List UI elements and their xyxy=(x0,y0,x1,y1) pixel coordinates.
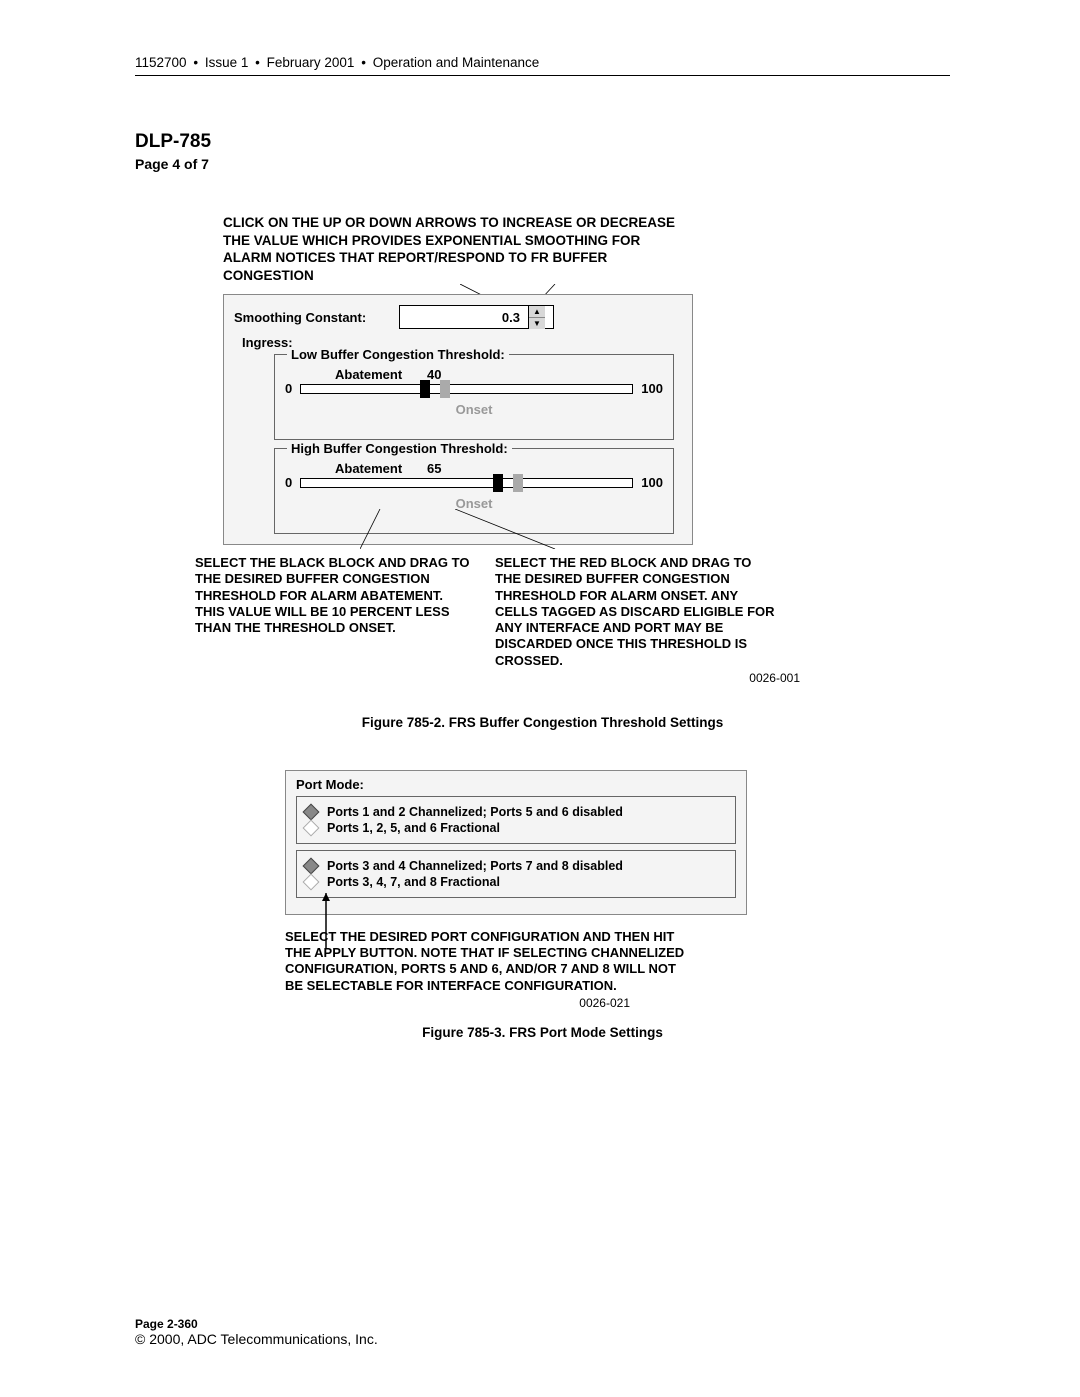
port-mode-label: Port Mode: xyxy=(296,777,736,792)
low-abatement-label: Abatement xyxy=(335,367,402,382)
annotation-port-mode: SELECT THE DESIRED PORT CONFIGURATION AN… xyxy=(285,929,685,994)
port-option-label: Ports 1, 2, 5, and 6 Fractional xyxy=(327,821,500,835)
spinner-down-icon[interactable]: ▼ xyxy=(529,318,545,329)
port-option-label: Ports 1 and 2 Channelized; Ports 5 and 6… xyxy=(327,805,623,819)
doc-number: 1152700 xyxy=(135,55,187,70)
port-option-1-channelized[interactable]: Ports 1 and 2 Channelized; Ports 5 and 6… xyxy=(305,805,727,819)
port-option-1-fractional[interactable]: Ports 1, 2, 5, and 6 Fractional xyxy=(305,821,727,835)
figure-ref-2: 0026-021 xyxy=(135,996,630,1010)
radio-unselected-icon xyxy=(303,873,320,890)
port-group-2: Ports 3 and 4 Channelized; Ports 7 and 8… xyxy=(296,850,736,898)
high-abatement-handle[interactable] xyxy=(493,474,503,492)
high-threshold-group: High Buffer Congestion Threshold: Abatem… xyxy=(274,448,674,534)
port-option-2-channelized[interactable]: Ports 3 and 4 Channelized; Ports 7 and 8… xyxy=(305,859,727,873)
low-slider[interactable] xyxy=(300,384,633,394)
smoothing-value: 0.3 xyxy=(502,310,520,325)
figure-caption-2: Figure 785-3. FRS Port Mode Settings xyxy=(135,1025,950,1040)
low-abatement-handle[interactable] xyxy=(420,380,430,398)
radio-selected-icon xyxy=(303,857,320,874)
port-option-label: Ports 3, 4, 7, and 8 Fractional xyxy=(327,875,500,889)
high-slider-max: 100 xyxy=(641,475,663,490)
congestion-dialog: Smoothing Constant: 0.3 ▲ ▼ Ingress: Low… xyxy=(223,294,693,545)
page-title: DLP-785 xyxy=(135,131,950,153)
page-subtitle: Page 4 of 7 xyxy=(135,156,950,172)
high-slider-min: 0 xyxy=(285,475,292,490)
figure-caption-1: Figure 785-2. FRS Buffer Congestion Thre… xyxy=(135,715,950,730)
port-mode-dialog: Port Mode: Ports 1 and 2 Channelized; Po… xyxy=(285,770,747,915)
low-slider-max: 100 xyxy=(641,381,663,396)
spinner-up-icon[interactable]: ▲ xyxy=(529,306,545,318)
port-option-label: Ports 3 and 4 Channelized; Ports 7 and 8… xyxy=(327,859,623,873)
annotation-black-block: SELECT THE BLACK BLOCK AND DRAG TO THE D… xyxy=(195,555,475,669)
high-abatement-label: Abatement xyxy=(335,461,402,476)
port-group-1: Ports 1 and 2 Channelized; Ports 5 and 6… xyxy=(296,796,736,844)
figure-ref-1: 0026-001 xyxy=(135,671,800,685)
low-onset-label: Onset xyxy=(285,402,663,417)
footer-copyright: © 2000, ADC Telecommunications, Inc. xyxy=(135,1331,378,1347)
page-header: 1152700 • Issue 1 • February 2001 • Oper… xyxy=(135,55,950,76)
low-slider-min: 0 xyxy=(285,381,292,396)
low-threshold-group: Low Buffer Congestion Threshold: Abateme… xyxy=(274,354,674,440)
port-option-2-fractional[interactable]: Ports 3, 4, 7, and 8 Fractional xyxy=(305,875,727,889)
issue: Issue 1 xyxy=(205,55,249,70)
annotation-red-block: SELECT THE RED BLOCK AND DRAG TO THE DES… xyxy=(495,555,775,669)
high-threshold-title: High Buffer Congestion Threshold: xyxy=(287,441,512,456)
high-abatement-value: 65 xyxy=(427,461,441,476)
low-onset-handle[interactable] xyxy=(440,380,450,398)
annotation-smoothing: CLICK ON THE UP OR DOWN ARROWS TO INCREA… xyxy=(223,214,683,284)
high-onset-handle[interactable] xyxy=(513,474,523,492)
date: February 2001 xyxy=(267,55,355,70)
high-onset-label: Onset xyxy=(285,496,663,511)
section: Operation and Maintenance xyxy=(373,55,540,70)
footer-page: Page 2-360 xyxy=(135,1317,378,1331)
radio-unselected-icon xyxy=(303,819,320,836)
smoothing-label: Smoothing Constant: xyxy=(234,310,399,325)
radio-selected-icon xyxy=(303,803,320,820)
high-slider[interactable] xyxy=(300,478,633,488)
smoothing-input[interactable]: 0.3 ▲ ▼ xyxy=(399,305,554,329)
low-threshold-title: Low Buffer Congestion Threshold: xyxy=(287,347,509,362)
